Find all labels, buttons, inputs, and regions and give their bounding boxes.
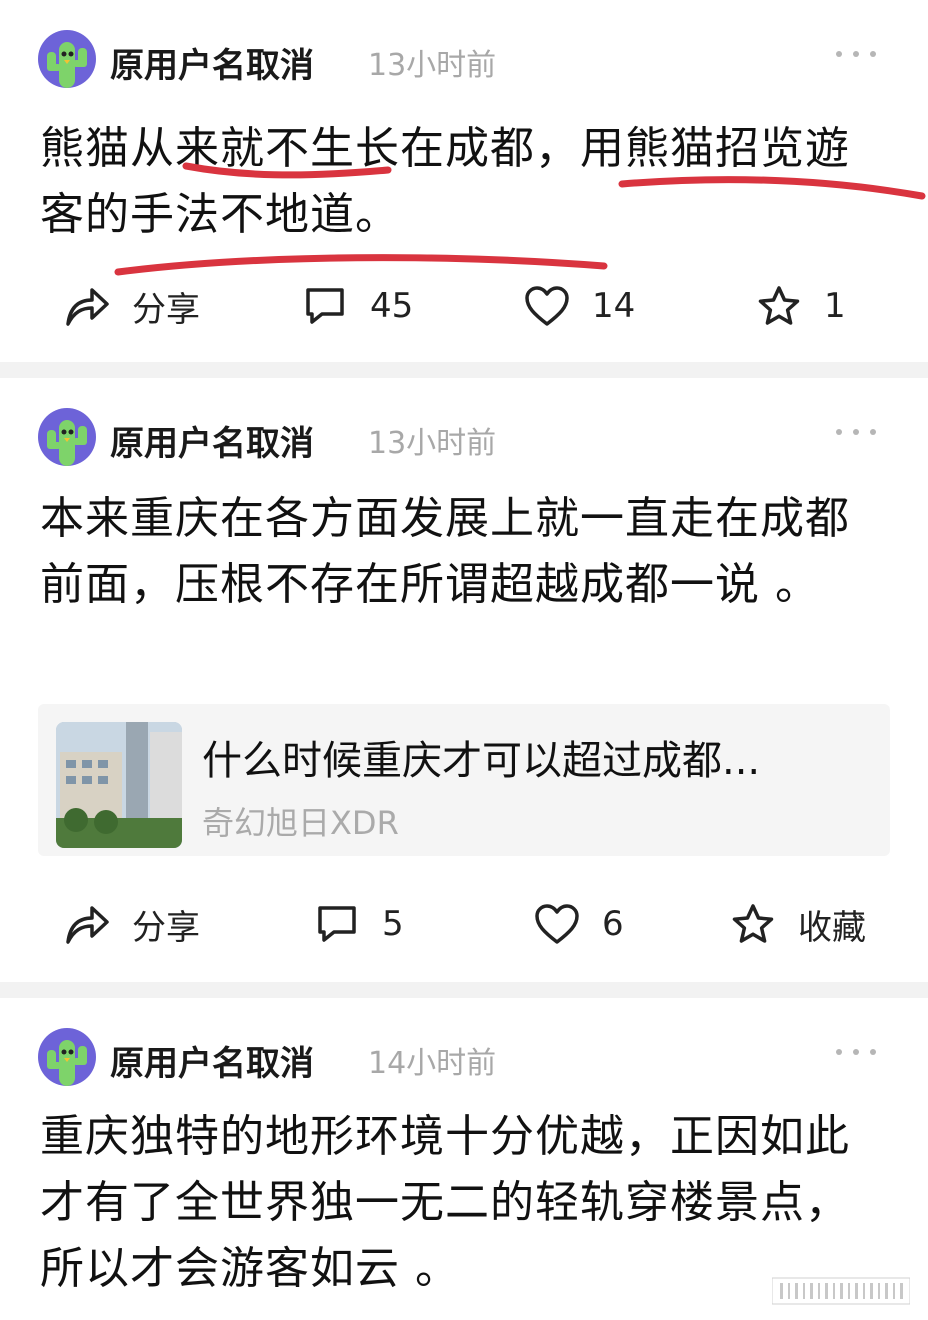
post-actions: 分享 45 14 1 [0, 276, 928, 336]
more-dots-icon[interactable] [836, 1046, 876, 1058]
star-icon [732, 904, 774, 943]
avatar-cactus-icon [47, 42, 87, 88]
post-card: 原用户名取消 13小时前 熊猫从来就不生长在成都，用熊猫招览遊客的手法不地道。 … [0, 0, 928, 362]
avatar[interactable] [38, 408, 96, 466]
share-button[interactable]: 分享 [64, 276, 200, 336]
share-button[interactable]: 分享 [64, 894, 200, 954]
share-label: 分享 [132, 907, 200, 948]
share-icon [66, 288, 109, 326]
like-button[interactable]: 14 [524, 276, 635, 336]
username[interactable]: 原用户名取消 [110, 38, 314, 87]
comment-icon [306, 288, 344, 324]
comment-count: 5 [382, 904, 404, 944]
post-header: 原用户名取消 13小时前 [38, 408, 898, 468]
avatar[interactable] [38, 1028, 96, 1086]
avatar-cactus-icon [47, 1040, 87, 1086]
post-text: 重庆独特的地形环境十分优越，正因如此才有了全世界独一无二的轻轨穿楼景点，所以才会… [40, 1111, 850, 1294]
link-title: 什么时候重庆才可以超过成都... [202, 738, 761, 784]
avatar-cactus-icon [47, 420, 87, 466]
post-header: 原用户名取消 14小时前 [38, 1028, 898, 1088]
heart-icon [535, 904, 579, 944]
timestamp: 13小时前 [368, 48, 497, 83]
post-card: 原用户名取消 14小时前 重庆独特的地形环境十分优越，正因如此才有了全世界独一无… [0, 998, 928, 1320]
post-header: 原用户名取消 13小时前 [38, 30, 898, 90]
post-text: 熊猫从来就不生长在成都，用熊猫招览遊客的手法不地道。 [40, 123, 850, 240]
favorite-button[interactable]: 1 [756, 276, 846, 336]
more-dots-icon[interactable] [836, 426, 876, 438]
like-count: 14 [592, 286, 636, 326]
comment-count: 45 [370, 286, 414, 326]
link-author: 奇幻旭日XDR [202, 804, 399, 842]
comment-icon [318, 906, 356, 942]
favorite-button[interactable]: 收藏 [730, 894, 866, 954]
username[interactable]: 原用户名取消 [110, 1036, 314, 1085]
avatar[interactable] [38, 30, 96, 88]
link-thumbnail [56, 722, 182, 848]
link-card[interactable]: 什么时候重庆才可以超过成都... 奇幻旭日XDR [38, 704, 890, 856]
star-icon [758, 286, 800, 325]
timestamp: 13小时前 [368, 426, 497, 461]
comment-button[interactable]: 5 [314, 894, 404, 954]
share-icon [66, 906, 109, 944]
share-label: 分享 [132, 289, 200, 330]
heart-icon [525, 286, 569, 326]
watermark-bars [772, 1277, 910, 1305]
post-text: 本来重庆在各方面发展上就一直走在成都前面，压根不存在所谓超越成都一说 。 [40, 493, 850, 610]
like-button[interactable]: 6 [534, 894, 624, 954]
like-count: 6 [602, 904, 624, 944]
favorite-count: 1 [824, 286, 846, 326]
post-card: 原用户名取消 13小时前 本来重庆在各方面发展上就一直走在成都前面，压根不存在所… [0, 378, 928, 982]
post-actions: 分享 5 6 收藏 [0, 894, 928, 954]
favorite-label: 收藏 [798, 907, 866, 948]
more-dots-icon[interactable] [836, 48, 876, 60]
timestamp: 14小时前 [368, 1046, 497, 1081]
username[interactable]: 原用户名取消 [110, 416, 314, 465]
comment-button[interactable]: 45 [302, 276, 413, 336]
